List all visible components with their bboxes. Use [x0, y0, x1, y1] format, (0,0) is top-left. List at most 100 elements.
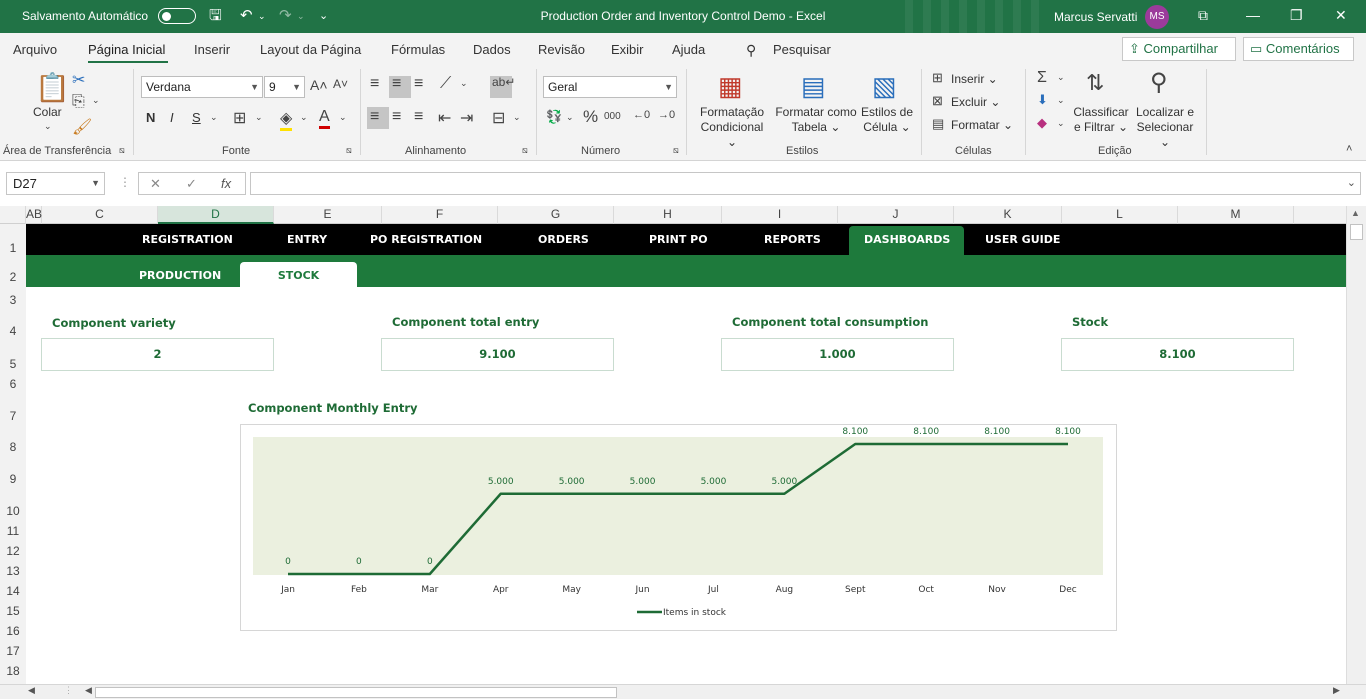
fill-dropdown-icon[interactable]: ⌄: [300, 112, 308, 123]
row-header[interactable]: 15: [0, 604, 26, 618]
comments-button[interactable]: ▭ Comentários: [1243, 37, 1354, 61]
merge-center-icon[interactable]: ⊟: [492, 108, 505, 128]
ribbon-display-icon[interactable]: ⧉: [1198, 7, 1208, 24]
format-painter-icon[interactable]: 🖌: [72, 117, 92, 137]
redo-dropdown-icon[interactable]: ⌄: [297, 6, 305, 26]
sort-filter-button[interactable]: Classificar e Filtrar ⌄: [1072, 105, 1130, 135]
nav-print-po[interactable]: PRINT PO: [649, 233, 708, 246]
cell-styles-icon[interactable]: ▧: [872, 71, 897, 102]
format-as-table-icon[interactable]: ▤: [801, 71, 826, 102]
sheet-nav-left-icon[interactable]: ◀: [28, 685, 35, 696]
tab-layout-da-pagina[interactable]: Layout da Página: [260, 42, 361, 57]
sort-filter-icon[interactable]: ⇅: [1086, 70, 1104, 96]
italic-button[interactable]: I: [170, 110, 174, 125]
font-color-dropdown-icon[interactable]: ⌄: [339, 112, 347, 123]
decrease-decimal-icon[interactable]: →0: [658, 109, 675, 121]
align-top-icon[interactable]: ≡: [370, 75, 379, 93]
insert-cells-icon[interactable]: ⊞: [932, 70, 943, 86]
collapse-ribbon-icon[interactable]: ˄: [1346, 143, 1352, 155]
row-header[interactable]: 16: [0, 624, 26, 638]
align-bottom-icon[interactable]: ≡: [414, 75, 423, 93]
clear-icon[interactable]: ◆: [1037, 115, 1047, 131]
scroll-right-icon[interactable]: ▶: [1333, 685, 1340, 696]
subnav-production[interactable]: PRODUCTION: [139, 269, 221, 282]
font-color-icon[interactable]: A: [319, 108, 330, 129]
column-header[interactable]: F: [382, 206, 498, 224]
customize-toolbar-icon[interactable]: ⌄: [319, 6, 328, 26]
fill-color-icon[interactable]: ◈: [280, 108, 293, 131]
formula-input[interactable]: ⌄: [250, 172, 1361, 195]
nav-registration[interactable]: REGISTRATION: [142, 233, 233, 246]
underline-dropdown-icon[interactable]: ⌄: [210, 112, 218, 123]
increase-indent-icon[interactable]: ⇥: [460, 108, 473, 128]
kpi-value[interactable]: 1.000: [721, 338, 954, 371]
row-header[interactable]: 17: [0, 644, 26, 658]
share-button[interactable]: ⇪ Compartilhar: [1122, 37, 1236, 61]
number-format-select[interactable]: Geral ▼: [543, 76, 677, 98]
column-header-selected[interactable]: D: [158, 206, 274, 224]
row-header[interactable]: 14: [0, 584, 26, 598]
undo-icon[interactable]: ↶: [240, 6, 253, 26]
row-header[interactable]: 11: [0, 524, 26, 538]
avatar[interactable]: MS: [1145, 5, 1169, 29]
row-header[interactable]: 13: [0, 564, 26, 578]
search-icon[interactable]: ⚲: [746, 42, 756, 59]
select-all-corner[interactable]: [0, 206, 26, 224]
column-header[interactable]: G: [498, 206, 614, 224]
autosum-dropdown-icon[interactable]: ⌄: [1057, 72, 1065, 83]
column-header[interactable]: K: [954, 206, 1062, 224]
underline-button[interactable]: S: [192, 110, 201, 125]
font-size-select[interactable]: 9 ▼: [264, 76, 305, 98]
accounting-format-icon[interactable]: 💱: [546, 109, 562, 125]
nav-po-registration[interactable]: PO REGISTRATION: [370, 233, 482, 246]
format-as-table-button[interactable]: Formatar como Tabela ⌄: [773, 105, 859, 135]
copy-dropdown-icon[interactable]: ⌄: [92, 95, 100, 106]
row-header[interactable]: 1: [0, 241, 26, 255]
horizontal-scrollbar[interactable]: ◀ ⋮ ◀ ▶: [0, 684, 1366, 699]
decrease-font-icon[interactable]: A˅: [333, 77, 348, 91]
paste-dropdown-icon[interactable]: ⌄: [44, 121, 52, 132]
number-launcher-icon[interactable]: ⧅: [673, 145, 679, 156]
row-header[interactable]: 5: [0, 357, 26, 371]
row-header[interactable]: 7: [0, 409, 26, 423]
wrap-text-icon[interactable]: ab↵: [492, 75, 515, 89]
search-box[interactable]: Pesquisar: [773, 42, 831, 57]
cut-icon[interactable]: ✂: [72, 70, 85, 90]
clear-dropdown-icon[interactable]: ⌄: [1057, 118, 1065, 129]
scroll-thumb[interactable]: [1350, 224, 1363, 240]
scroll-up-icon[interactable]: ▲: [1351, 208, 1360, 218]
scroll-left-icon[interactable]: ◀: [85, 685, 92, 696]
decrease-indent-icon[interactable]: ⇤: [438, 108, 451, 128]
paste-icon[interactable]: 📋: [35, 71, 70, 104]
tab-inserir[interactable]: Inserir: [194, 42, 230, 57]
kpi-value[interactable]: 2: [41, 338, 274, 371]
conditional-formatting-button[interactable]: Formatação Condicional ⌄: [694, 105, 770, 150]
align-middle-icon[interactable]: ≡: [392, 75, 401, 93]
name-box[interactable]: D27 ▼: [6, 172, 105, 195]
tab-ajuda[interactable]: Ajuda: [672, 42, 705, 57]
expand-formula-icon[interactable]: ⌄: [1347, 176, 1356, 189]
column-header[interactable]: M: [1178, 206, 1294, 224]
orientation-dropdown-icon[interactable]: ⌄: [460, 78, 468, 89]
insert-function-icon[interactable]: fx: [221, 176, 231, 191]
column-header[interactable]: H: [614, 206, 722, 224]
tab-dados[interactable]: Dados: [473, 42, 511, 57]
column-header[interactable]: E: [274, 206, 382, 224]
column-header[interactable]: J: [838, 206, 954, 224]
borders-dropdown-icon[interactable]: ⌄: [255, 112, 263, 123]
nav-user-guide[interactable]: USER GUIDE: [985, 233, 1060, 246]
format-cells-icon[interactable]: ▤: [932, 116, 944, 132]
column-header[interactable]: C: [42, 206, 158, 224]
copy-icon[interactable]: ⎘: [72, 93, 85, 111]
align-right-icon[interactable]: ≡: [414, 108, 423, 126]
row-header[interactable]: 2: [0, 270, 26, 284]
bold-button[interactable]: N: [146, 110, 155, 125]
delete-cells-button[interactable]: Excluir ⌄: [951, 95, 1000, 109]
row-header[interactable]: 18: [0, 664, 26, 678]
find-select-button[interactable]: Localizar e Selecionar ⌄: [1131, 105, 1199, 150]
borders-icon[interactable]: ⊞: [233, 108, 246, 128]
tab-arquivo[interactable]: Arquivo: [13, 42, 57, 57]
increase-decimal-icon[interactable]: ←0: [633, 109, 650, 121]
cell-styles-button[interactable]: Estilos de Célula ⌄: [860, 105, 914, 135]
save-icon[interactable]: 🖫: [209, 6, 222, 26]
